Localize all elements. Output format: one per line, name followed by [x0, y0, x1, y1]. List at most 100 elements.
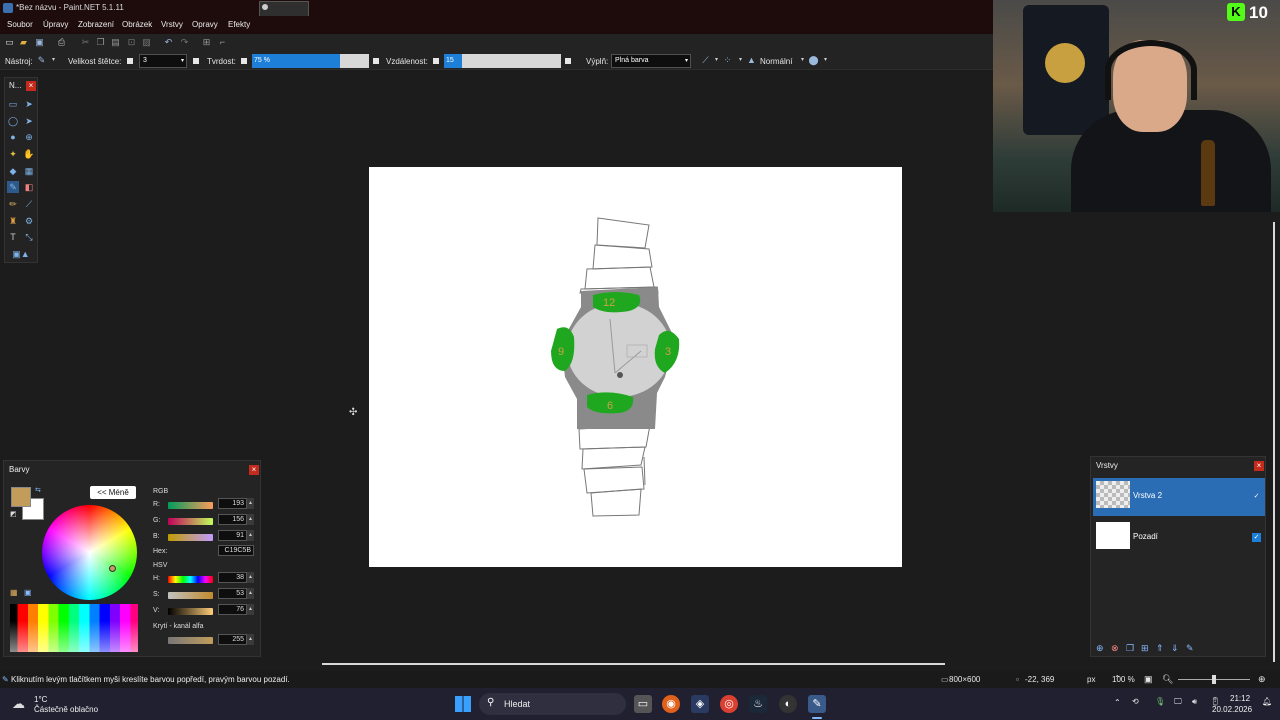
gradient-icon[interactable]: ▦ [23, 165, 35, 177]
s-slider[interactable] [168, 592, 213, 599]
decrease-hardness-icon[interactable] [241, 58, 247, 64]
move-layer-up-icon[interactable]: ⇑ [1156, 643, 1164, 654]
tools-panel-close-button[interactable]: × [26, 81, 36, 91]
zoom-slider-thumb[interactable] [1212, 675, 1216, 684]
brush-size-input[interactable]: 3 ▾ [139, 54, 187, 68]
ellipse-select-icon[interactable]: ● [7, 131, 19, 143]
layer-visibility-checkbox[interactable]: ✓ [1252, 533, 1261, 542]
redo-icon[interactable]: ↷ [179, 37, 190, 48]
hardness-slider[interactable]: 75 % [252, 54, 369, 68]
rectangle-select-icon[interactable]: ▭ [7, 98, 19, 110]
h-spinner[interactable]: ▲ [247, 572, 254, 583]
increase-hardness-icon[interactable] [373, 58, 379, 64]
colors-panel-close-button[interactable]: × [249, 465, 259, 475]
weather-temp[interactable]: 1°C [34, 695, 47, 704]
menu-layers[interactable]: Vrstvy [161, 20, 183, 29]
paintnet-icon[interactable]: ✎ [808, 695, 826, 713]
add-layer-icon[interactable]: ⊕ [1096, 643, 1104, 654]
sync-icon[interactable]: ⟲ [1132, 697, 1139, 706]
chevron-down-icon[interactable]: ▾ [797, 55, 808, 66]
volume-icon[interactable]: 🔊︎ [1192, 697, 1197, 707]
menu-adjustments[interactable]: Opravy [192, 20, 218, 29]
zoom-out-icon[interactable]: 🔍︎ [1162, 674, 1173, 685]
fill-select[interactable]: Plná barva ▾ [611, 54, 691, 68]
search-box[interactable]: ⚲ Hledat [479, 693, 626, 715]
pan-icon[interactable]: ✋ [23, 148, 35, 160]
weather-icon[interactable]: ☁ [12, 696, 25, 712]
open-icon[interactable]: ▰ [18, 37, 29, 48]
r-input[interactable]: 193 [218, 498, 247, 509]
blend-mode-icon[interactable]: ▲ [746, 55, 757, 66]
chrome-icon[interactable]: ◎ [720, 695, 738, 713]
swap-colors-icon[interactable]: ⇆ [35, 486, 41, 494]
less-button[interactable]: << Méně [90, 486, 136, 499]
color-picker-icon[interactable]: ⟋ [23, 198, 35, 210]
microphone-icon[interactable]: 🎙︎ [1155, 697, 1165, 706]
move-layer-down-icon[interactable]: ⇓ [1171, 643, 1179, 654]
v-spinner[interactable]: ▲ [247, 604, 254, 615]
g-input[interactable]: 156 [218, 514, 247, 525]
deselect-icon[interactable]: ▨ [141, 37, 152, 48]
firefox-icon[interactable]: ◉ [662, 695, 680, 713]
menu-view[interactable]: Zobrazení [78, 20, 114, 29]
ruler-icon[interactable]: ⌐ [217, 37, 228, 48]
decrease-size-icon[interactable] [127, 58, 133, 64]
menu-image[interactable]: Obrázek [122, 20, 152, 29]
layer-row[interactable]: Pozadí ✓ [1093, 519, 1265, 557]
duplicate-layer-icon[interactable]: ❐ [1126, 643, 1134, 654]
hex-input[interactable]: C19C5B [218, 545, 254, 556]
image-canvas[interactable]: 12 9 3 6 [369, 167, 902, 567]
move-selection-icon[interactable]: ➤ [23, 98, 35, 110]
save-icon[interactable]: ▣ [34, 37, 45, 48]
chevron-down-icon[interactable]: ▾ [711, 55, 722, 66]
menu-file[interactable]: Soubor [7, 20, 33, 29]
app-icon[interactable]: ◈ [691, 695, 709, 713]
undo-icon[interactable]: ↶ [163, 37, 174, 48]
decrease-spacing-icon[interactable] [433, 58, 439, 64]
tray-chevron-icon[interactable]: ⌃ [1114, 698, 1121, 707]
windows-start-icon[interactable] [455, 696, 471, 712]
move-selected-icon[interactable]: ➤ [23, 115, 35, 127]
steam-icon[interactable]: ♨ [749, 695, 767, 713]
grid-icon[interactable]: ⊞ [201, 37, 212, 48]
weather-desc[interactable]: Částečně oblačno [34, 705, 98, 714]
clock-date[interactable]: 20.02.2026 [1212, 705, 1252, 714]
increase-spacing-icon[interactable] [565, 58, 571, 64]
chevron-down-icon[interactable]: ▾ [48, 55, 59, 66]
zoom-icon[interactable]: ⊕ [23, 131, 35, 143]
r-spinner[interactable]: ▲ [247, 498, 254, 509]
task-view-icon[interactable]: ▭ [634, 695, 652, 713]
menu-edit[interactable]: Úpravy [43, 20, 68, 29]
crop-icon[interactable]: ⊡ [126, 37, 137, 48]
increase-size-icon[interactable] [193, 58, 199, 64]
shapes-icon[interactable]: ▣▲ [9, 248, 33, 260]
cut-icon[interactable]: ✂ [80, 37, 91, 48]
palette-menu-icon[interactable]: ▦ [10, 588, 18, 597]
zoom-value[interactable]: 100 % [1112, 675, 1135, 684]
chevron-down-icon[interactable]: ▾ [820, 55, 831, 66]
menu-effects[interactable]: Efekty [228, 20, 250, 29]
r-slider[interactable] [168, 502, 213, 509]
delete-layer-icon[interactable]: ⊗ [1111, 643, 1119, 654]
line-curve-icon[interactable]: ⤡ [23, 231, 35, 243]
text-icon[interactable]: T [7, 231, 19, 243]
chevron-down-icon[interactable]: ▾ [735, 55, 746, 66]
horizontal-scrollbar[interactable] [322, 663, 945, 665]
add-to-palette-icon[interactable]: ▣ [24, 588, 32, 597]
clone-stamp-icon[interactable]: ♜ [7, 215, 19, 227]
b-slider[interactable] [168, 534, 213, 541]
selection-mode-icon[interactable]: ⬤ [808, 55, 819, 66]
clock-time[interactable]: 21:12 [1230, 694, 1250, 703]
s-spinner[interactable]: ▲ [247, 588, 254, 599]
new-icon[interactable]: ▭ [4, 37, 15, 48]
spacing-slider[interactable]: 15 % [444, 54, 561, 78]
g-slider[interactable] [168, 518, 213, 525]
alpha-spinner[interactable]: ▲ [247, 634, 254, 645]
paste-icon[interactable]: ▤ [110, 37, 121, 48]
vertical-scrollbar[interactable] [1273, 222, 1275, 662]
layers-panel-close-button[interactable]: × [1254, 461, 1264, 471]
color-wheel[interactable] [42, 505, 137, 600]
h-slider[interactable] [168, 576, 213, 583]
print-icon[interactable]: ⎙ [56, 37, 67, 48]
zoom-in-icon[interactable]: ⊕ [1258, 674, 1266, 685]
